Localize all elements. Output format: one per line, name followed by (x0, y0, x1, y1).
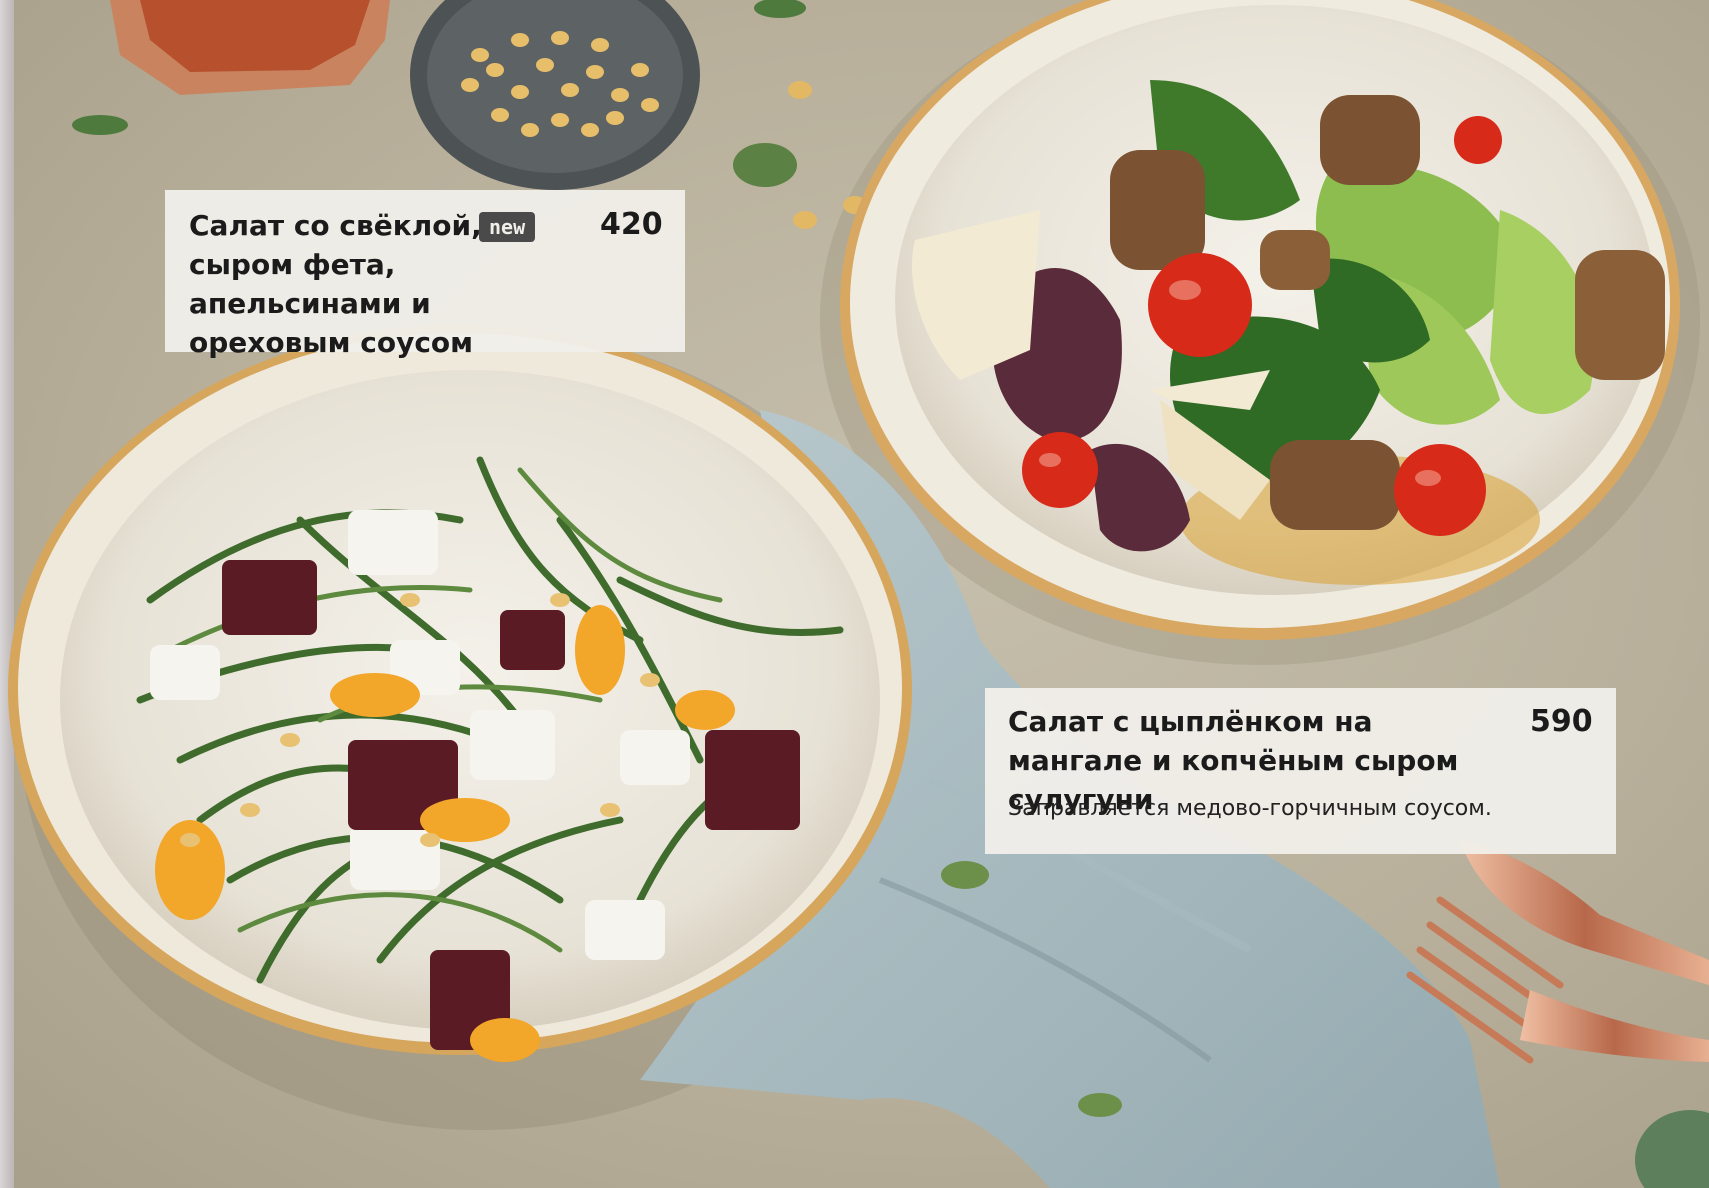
knife (1460, 840, 1709, 985)
dish-title: Салат со свёклой, сыром фета, апельсинам… (189, 209, 482, 359)
new-badge: new (479, 212, 536, 242)
small-dish (1635, 1110, 1709, 1188)
fork-handle (1520, 990, 1709, 1062)
dish-card-chicken-salad: Салат с цыплёнком на мангале и копчёным … (985, 688, 1616, 854)
dish-price: 420 (600, 207, 663, 242)
dish-description: Заправляется медово-горчичным соусом. (1008, 796, 1492, 821)
loose-pine-nuts (788, 81, 867, 229)
dish-card-beet-salad: Салат со свёклой, сыром фета, апельсинам… (165, 190, 685, 359)
menu-page: Салат со свёклой, сыром фета, апельсинам… (0, 0, 1709, 1188)
food-photo (8, 0, 1709, 1188)
dish-price: 590 (1530, 704, 1593, 739)
